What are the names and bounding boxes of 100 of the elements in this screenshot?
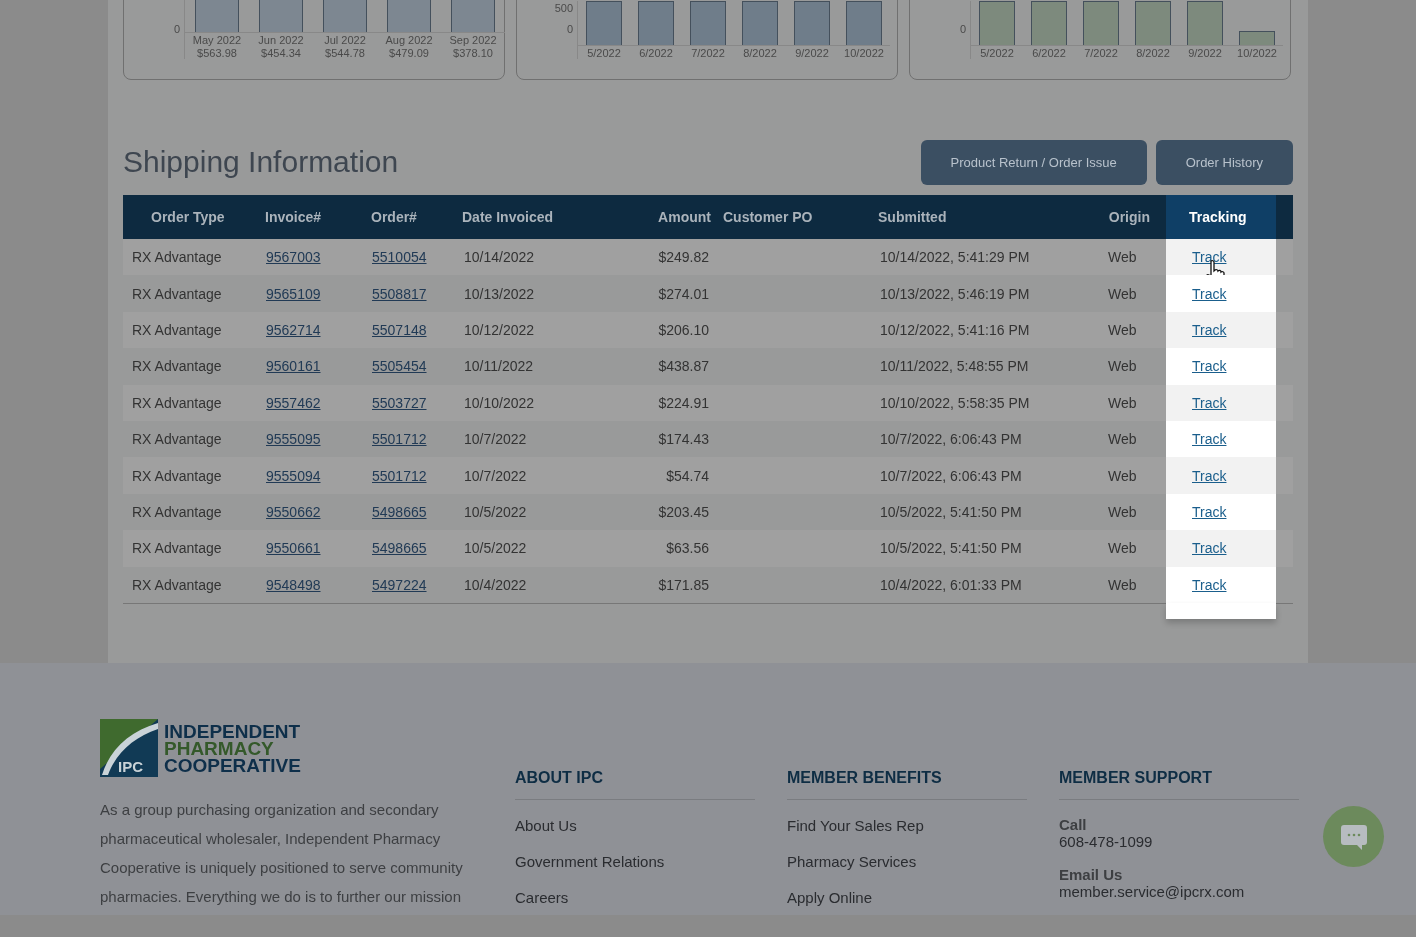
amount-label: $544.78 — [325, 47, 365, 59]
axis-tick-label: 0 — [173, 23, 180, 35]
action-button[interactable]: Order History — [1155, 139, 1293, 185]
table-cell-text: RX Advantage — [131, 284, 223, 304]
table-cell-text: RX Advantage — [131, 357, 223, 377]
table-cell-text: 10/7/2022, 6:06:43 PM — [879, 430, 1023, 450]
footer-link[interactable]: Pharmacy Services — [787, 851, 1059, 873]
invoice-link[interactable]: 9550662 — [266, 503, 321, 520]
track-link[interactable]: Track — [1192, 431, 1227, 448]
table-cell-text: 10/12/2022, 5:41:16 PM — [879, 320, 1031, 340]
order-link[interactable]: 5497224 — [372, 576, 427, 593]
invoice-link[interactable]: 9567003 — [266, 249, 321, 266]
order-link[interactable]: 5505454 — [372, 358, 427, 375]
order-link[interactable]: 5503727 — [372, 394, 427, 411]
table-cell-text: $203.45 — [657, 502, 710, 522]
footer-heading: MEMBER SUPPORT — [1059, 769, 1299, 800]
footer-heading: MEMBER BENEFITS — [787, 769, 1027, 800]
table-cell-text: RX Advantage — [131, 502, 223, 522]
invoice-link[interactable]: 9550661 — [266, 540, 321, 557]
table-cell-text: Web — [1107, 357, 1138, 377]
track-link[interactable]: Track — [1192, 576, 1227, 593]
table-cell-text: RX Advantage — [131, 539, 223, 559]
track-link[interactable]: Track — [1192, 321, 1227, 338]
invoice-link[interactable]: 9562714 — [266, 321, 321, 338]
amount-label: $479.09 — [389, 47, 429, 59]
axis-category-label: Aug 2022 — [385, 34, 433, 46]
axis-tick-label: 500 — [554, 2, 573, 14]
contact-label: Email Us — [1059, 866, 1124, 883]
footer-link[interactable]: Find Your Sales Rep — [787, 815, 1059, 837]
table-cell-text: $54.74 — [665, 466, 710, 486]
order-link[interactable]: 5510054 — [372, 249, 427, 266]
table-cell-text: $206.10 — [657, 320, 710, 340]
table-cell-text: 10/10/2022 — [463, 393, 536, 413]
table-cell-text: RX Advantage — [131, 248, 223, 268]
axis-category-label: Sep 2022 — [449, 34, 497, 46]
axis-category-label: 6/2022 — [1032, 47, 1066, 59]
column-header: Date Invoiced — [461, 208, 555, 227]
table-cell-text: Web — [1107, 248, 1138, 268]
table-cell-text: 10/7/2022 — [463, 430, 528, 450]
table-cell-text: 10/7/2022, 6:06:43 PM — [879, 466, 1023, 486]
invoice-link[interactable]: 9557462 — [266, 394, 321, 411]
track-link[interactable]: Track — [1192, 358, 1227, 375]
contact-link[interactable]: 608-478-1099 — [1059, 833, 1153, 850]
table-cell-text: $249.82 — [657, 248, 710, 268]
company-logo[interactable]: IPC INDEPENDENT PHARMACY COOPERATIVE — [100, 719, 515, 777]
axis-category-label: 8/2022 — [1136, 47, 1170, 59]
axis-category-label: 5/2022 — [587, 47, 621, 59]
table-cell-text: 10/13/2022 — [463, 284, 536, 304]
table-cell-text: 10/5/2022, 5:41:50 PM — [879, 502, 1023, 522]
table-cell-text: $438.87 — [657, 357, 710, 377]
invoice-link[interactable]: 9555094 — [266, 467, 321, 484]
table-cell-text: Web — [1107, 284, 1138, 304]
axis-tick-label: 0 — [566, 23, 573, 35]
table-cell-text: RX Advantage — [131, 320, 223, 340]
table-cell-text: 10/10/2022, 5:58:35 PM — [879, 393, 1031, 413]
table-cell-text: RX Advantage — [131, 575, 223, 595]
invoice-link[interactable]: 9555095 — [266, 431, 321, 448]
column-header: Submitted — [877, 208, 948, 227]
axis-category-label: 5/2022 — [980, 47, 1014, 59]
contact-link[interactable]: member.service@ipcrx.com — [1059, 883, 1245, 900]
table-cell-text: 10/4/2022 — [463, 575, 528, 595]
footer-link[interactable]: Careers — [515, 887, 787, 909]
table-cell-text: Web — [1107, 393, 1138, 413]
footer-link[interactable]: Government Relations — [515, 851, 787, 873]
order-link[interactable]: 5501712 — [372, 431, 427, 448]
table-cell-text: 10/7/2022 — [463, 466, 528, 486]
axis-category-label: 10/2022 — [1237, 47, 1277, 59]
table-cell-text: 10/4/2022, 6:01:33 PM — [879, 575, 1023, 595]
footer-heading: ABOUT IPC — [515, 769, 755, 800]
axis-category-label: 8/2022 — [743, 47, 777, 59]
axis-tick-label: 0 — [959, 23, 966, 35]
invoice-link[interactable]: 9560161 — [266, 358, 321, 375]
order-link[interactable]: 5501712 — [372, 467, 427, 484]
table-cell-text: Web — [1107, 430, 1138, 450]
table-cell-text: RX Advantage — [131, 393, 223, 413]
order-link[interactable]: 5507148 — [372, 321, 427, 338]
action-button[interactable]: Product Return / Order Issue — [920, 139, 1147, 185]
order-link[interactable]: 5498665 — [372, 540, 427, 557]
contact-label: Call — [1059, 816, 1088, 833]
track-link[interactable]: Track — [1192, 467, 1227, 484]
table-cell-text: RX Advantage — [131, 466, 223, 486]
axis-category-label: 6/2022 — [639, 47, 673, 59]
table-cell-text: 10/14/2022, 5:41:29 PM — [879, 248, 1031, 268]
order-link[interactable]: 5498665 — [372, 503, 427, 520]
track-link[interactable]: Track — [1192, 503, 1227, 520]
section-title: Shipping Information — [123, 145, 399, 179]
track-link[interactable]: Track — [1192, 285, 1227, 302]
amount-label: $563.98 — [197, 47, 237, 59]
invoice-link[interactable]: 9548498 — [266, 576, 321, 593]
invoice-link[interactable]: 9565109 — [266, 285, 321, 302]
about-paragraph: As a group purchasing organization and secondary pharmaceutical wholesaler, Independent Pharmacy Cooperative is uniquely positioned to serve community pharmacies. Everything we do is to further our mission — [100, 800, 464, 907]
track-link[interactable]: Track — [1192, 394, 1227, 411]
amount-label: $454.34 — [261, 47, 301, 59]
footer-link[interactable]: Apply Online — [787, 887, 1059, 909]
track-link[interactable]: Track — [1192, 540, 1227, 557]
axis-category-label: 7/2022 — [1084, 47, 1118, 59]
track-link[interactable]: Track — [1192, 249, 1227, 266]
order-link[interactable]: 5508817 — [372, 285, 427, 302]
axis-category-label: 9/2022 — [795, 47, 829, 59]
footer-link[interactable]: About Us — [515, 815, 787, 837]
